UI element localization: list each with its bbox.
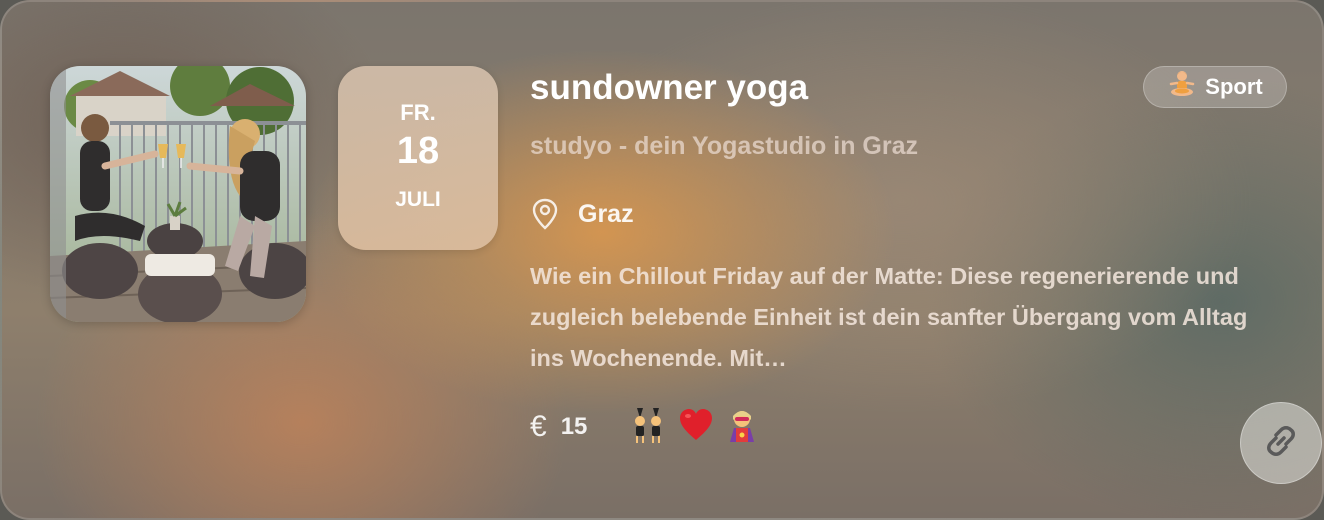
event-price: € 15 bbox=[530, 410, 587, 444]
link-icon bbox=[1259, 419, 1303, 468]
date-day: 18 bbox=[396, 130, 440, 172]
event-description: Wie ein Chillout Friday auf der Matte: D… bbox=[530, 263, 1248, 371]
date-month: JULI bbox=[395, 188, 441, 211]
link-button[interactable] bbox=[1240, 402, 1322, 484]
event-title[interactable]: sundowner yoga bbox=[530, 68, 808, 108]
women-with-bunny-ears-icon bbox=[632, 406, 668, 444]
woman-superhero-icon bbox=[724, 406, 760, 444]
euro-icon: € bbox=[530, 410, 547, 443]
map-pin-icon bbox=[530, 197, 560, 231]
category-badge[interactable]: Sport bbox=[1143, 66, 1287, 108]
red-heart-icon bbox=[678, 406, 714, 444]
event-tags bbox=[632, 406, 760, 444]
person-in-lotus-position-icon bbox=[1167, 69, 1197, 105]
price-amount: 15 bbox=[560, 413, 588, 440]
event-image bbox=[50, 66, 306, 322]
event-organizer[interactable]: studyo - dein Yogastudio in Graz bbox=[530, 132, 918, 161]
event-card[interactable]: FR. 18 JULI sundowner yoga Sport studyo … bbox=[0, 0, 1324, 520]
date-badge: FR. 18 JULI bbox=[338, 66, 498, 250]
category-label: Sport bbox=[1205, 74, 1263, 99]
event-location: Graz bbox=[530, 196, 634, 232]
date-weekday: FR. bbox=[400, 100, 436, 125]
location-city: Graz bbox=[578, 199, 634, 228]
